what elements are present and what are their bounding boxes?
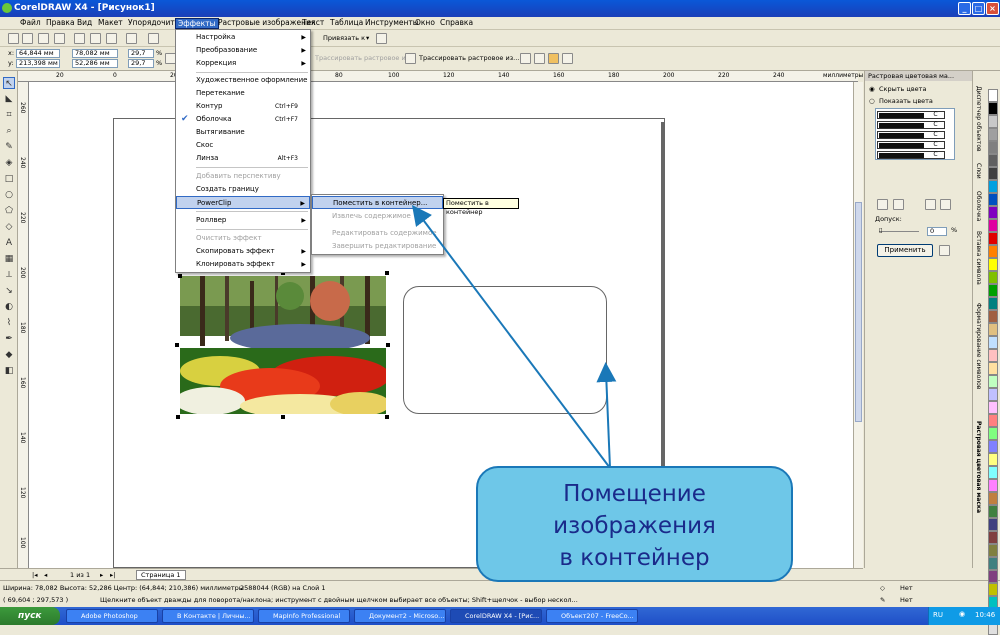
callout-line: изображения bbox=[553, 513, 716, 539]
task-coreldraw[interactable]: CorelDRAW X4 - [Рис... bbox=[450, 609, 542, 623]
tray-icon[interactable]: ◉ bbox=[959, 610, 965, 618]
language-indicator[interactable]: RU bbox=[933, 611, 943, 619]
task-vkontakte[interactable]: В Контакте | Личны... bbox=[162, 609, 254, 623]
start-button[interactable]: пуск bbox=[0, 607, 60, 625]
task-word[interactable]: Документ2 - Microso... bbox=[354, 609, 446, 623]
system-tray: RU ◉ 10:46 bbox=[928, 607, 1000, 625]
callout-line: Помещение bbox=[563, 481, 706, 507]
arrow-to-menu bbox=[411, 205, 611, 469]
clock: 10:46 bbox=[975, 611, 996, 619]
task-freecommander[interactable]: Объект207 - FreeCo... bbox=[546, 609, 638, 623]
callout-bubble: Помещение изображения в контейнер bbox=[476, 466, 793, 582]
callout-line: в контейнер bbox=[559, 545, 710, 571]
arrow-to-container bbox=[596, 362, 617, 469]
task-photoshop[interactable]: Adobe Photoshop bbox=[66, 609, 158, 623]
task-mapinfo[interactable]: MapInfo Professional bbox=[258, 609, 350, 623]
